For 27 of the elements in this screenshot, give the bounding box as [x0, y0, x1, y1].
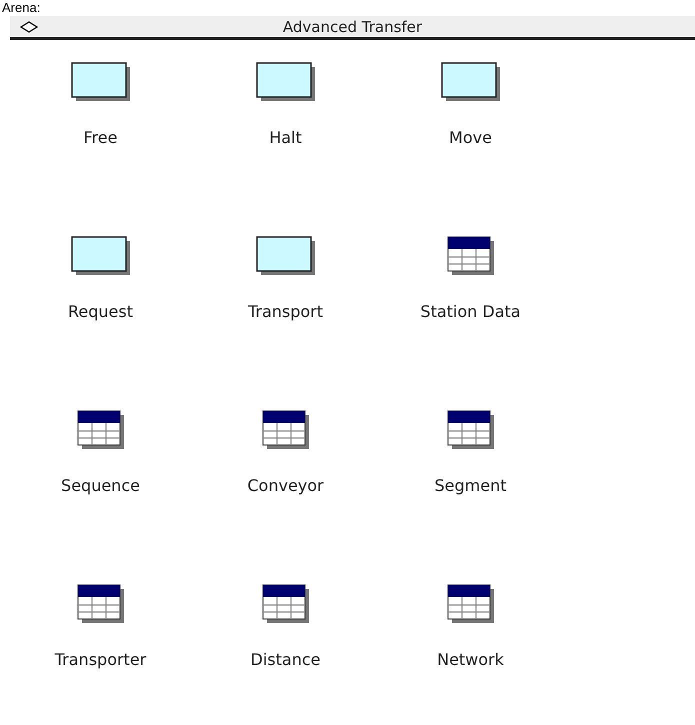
rectangle-icon[interactable]	[256, 62, 316, 102]
diamond-icon[interactable]	[20, 21, 38, 33]
table-icon[interactable]	[262, 584, 310, 624]
module-label: Station Data	[420, 301, 521, 323]
panel-title: Advanced Transfer	[282, 17, 422, 37]
module-label: Transporter	[54, 649, 146, 671]
rectangle-icon[interactable]	[70, 236, 130, 276]
module-label: Sequence	[61, 475, 140, 497]
caption: Arena:	[1, 0, 42, 16]
module-label: Conveyor	[247, 475, 324, 497]
table-icon[interactable]	[76, 410, 124, 450]
module-label: Request	[68, 301, 133, 323]
table-icon[interactable]	[76, 584, 124, 624]
module-label: Halt	[269, 127, 302, 149]
rectangle-icon[interactable]	[440, 62, 500, 102]
module-label: Move	[449, 127, 492, 149]
table-icon[interactable]	[446, 410, 494, 450]
module-label: Network	[437, 649, 504, 671]
module-label: Segment	[434, 475, 506, 497]
module-label: Distance	[250, 649, 320, 671]
module-label: Free	[84, 127, 118, 149]
rectangle-icon[interactable]	[256, 236, 316, 276]
rectangle-icon[interactable]	[70, 62, 130, 102]
table-icon[interactable]	[446, 236, 494, 276]
module-label: Transport	[248, 301, 324, 323]
table-icon[interactable]	[446, 584, 494, 624]
table-icon[interactable]	[262, 410, 310, 450]
